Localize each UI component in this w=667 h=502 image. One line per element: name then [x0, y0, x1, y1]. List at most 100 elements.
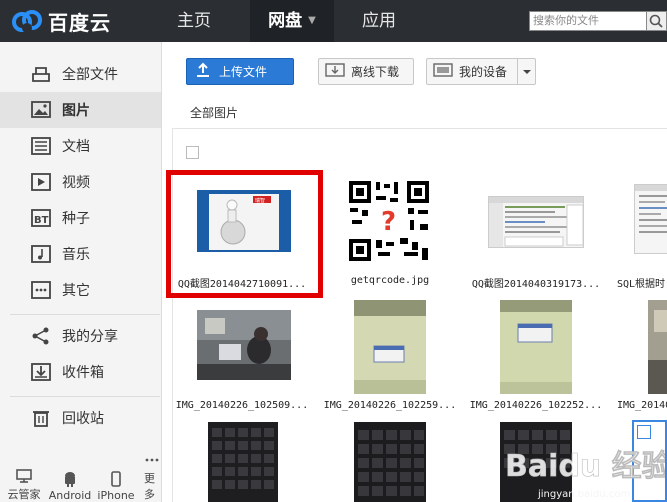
inbox-icon [30, 361, 52, 383]
keyboard-thumbnail [354, 422, 426, 502]
file-thumbnail [634, 184, 667, 254]
sidebar-item-label: 种子 [62, 211, 90, 227]
sidebar-item-label: 回收站 [62, 411, 104, 427]
image-icon [30, 99, 52, 121]
nav-apps[interactable]: 应用 [347, 0, 411, 42]
file-name: SQL根据时 [617, 279, 666, 290]
client-download-bar: 云管家 Android iPhone 更多 [0, 458, 162, 502]
search-button[interactable] [647, 11, 667, 31]
cloud-logo-icon [12, 10, 42, 33]
file-name: IMG_2014022 [617, 400, 667, 411]
sidebar-item-my-shares[interactable]: 我的分享 [0, 318, 161, 354]
upload-icon [195, 62, 211, 81]
sidebar: 全部文件 图片 文档 视频 BT 种子 音乐 其它 我的分享 收件箱 回收站 云… [0, 42, 162, 502]
sidebar-item-label: 视频 [62, 175, 90, 191]
file-thumbnail [500, 300, 572, 394]
trash-icon [30, 407, 52, 429]
file-item[interactable]: IMG_20140226_102509... [172, 298, 312, 418]
watermark-url: jingyan.baidu.com [538, 489, 631, 500]
sidebar-item-label: 收件箱 [62, 365, 104, 381]
file-item[interactable]: IMG_2014022 [612, 298, 667, 418]
chevron-down-icon [522, 69, 531, 74]
more-dots-icon [145, 458, 159, 462]
file-item[interactable]: IMG_20140226_102259... [320, 298, 460, 418]
select-all-checkbox[interactable] [186, 146, 199, 159]
nav-netdisk[interactable]: 网盘 ▼ [250, 0, 334, 42]
nav-home[interactable]: 主页 [162, 0, 226, 42]
file-item[interactable]: IMG_20140226_102252... [466, 298, 606, 418]
keyboard-thumbnail [208, 422, 278, 502]
header-divider [172, 128, 667, 129]
file-name: getqrcode.jpg [350, 275, 430, 286]
upload-label: 上传文件 [219, 65, 268, 79]
file-item[interactable]: SQL根据时 [612, 178, 667, 298]
sidebar-item-label: 全部文件 [62, 67, 118, 83]
my-devices-button[interactable]: 我的设备 [426, 58, 536, 85]
file-name: IMG_20140226_102509... [175, 400, 309, 411]
sidebar-item-inbox[interactable]: 收件箱 [0, 354, 161, 390]
search-input[interactable]: 搜索你的文件 [529, 11, 647, 31]
sidebar-item-label: 文档 [62, 139, 90, 155]
sidebar-item-all-files[interactable]: 全部文件 [0, 56, 161, 92]
file-item[interactable]: ? getqrcode.jpg [320, 178, 460, 298]
sidebar-item-documents[interactable]: 文档 [0, 128, 161, 164]
sidebar-item-label: 图片 [62, 103, 90, 119]
offline-download-icon [325, 62, 345, 81]
top-navigation-bar: 百度云 主页 网盘 ▼ 应用 搜索你的文件 [0, 0, 667, 42]
device-android[interactable]: Android [46, 471, 94, 502]
svg-text:?: ? [381, 207, 396, 237]
sidebar-item-music[interactable]: 音乐 [0, 236, 161, 272]
file-thumbnail [488, 196, 584, 248]
offline-download-button[interactable]: 离线下载 [318, 58, 414, 85]
file-name: IMG_20140226_102259... [323, 400, 457, 411]
file-thumbnail [354, 300, 426, 394]
my-devices-dropdown[interactable] [517, 59, 535, 84]
file-thumbnail [648, 300, 667, 394]
sidebar-item-other[interactable]: 其它 [0, 272, 161, 308]
qr-code-thumbnail: ? [348, 180, 430, 262]
desktop-icon [16, 469, 32, 483]
device-label: Android [48, 489, 92, 502]
sidebar-item-torrents[interactable]: BT 种子 [0, 200, 161, 236]
document-icon [30, 135, 52, 157]
sidebar-divider [10, 396, 160, 397]
sidebar-divider [10, 314, 160, 315]
file-item[interactable] [320, 420, 460, 502]
device-label: 云管家 [7, 488, 41, 501]
file-item[interactable]: QQ截图2014040319173... [466, 178, 606, 298]
breadcrumb: 全部图片 [190, 106, 239, 120]
file-name: IMG_20140226_102252... [469, 400, 603, 411]
baidu-cloud-logo[interactable]: 百度云 [10, 6, 111, 36]
upload-button[interactable]: 上传文件 [186, 58, 294, 85]
my-devices-label: 我的设备 [459, 65, 508, 79]
chevron-down-icon[interactable]: ▼ [308, 0, 316, 42]
video-icon [30, 171, 52, 193]
offline-download-label: 离线下载 [351, 65, 400, 79]
sidebar-item-images[interactable]: 图片 [0, 92, 161, 128]
svg-text:BT: BT [34, 215, 49, 226]
search-icon [649, 14, 663, 28]
file-name: QQ截图2014040319173... [471, 279, 601, 290]
bt-icon: BT [30, 207, 52, 229]
nav-netdisk-label: 网盘 [268, 11, 303, 31]
device-more[interactable]: 更多 [130, 452, 162, 502]
sidebar-item-label: 音乐 [62, 247, 90, 263]
more-icon [30, 279, 52, 301]
music-icon [30, 243, 52, 265]
brand-name: 百度云 [48, 10, 111, 35]
iphone-icon [111, 471, 121, 487]
sidebar-item-label: 其它 [62, 283, 90, 299]
device-label: 更多 [144, 472, 155, 501]
svg-text:Baidu 经验: Baidu 经验 [505, 449, 665, 484]
sidebar-item-label: 我的分享 [62, 329, 118, 345]
device-label: iPhone [97, 489, 135, 502]
file-item[interactable] [172, 420, 312, 502]
device-desktop[interactable]: 云管家 [0, 468, 48, 502]
sidebar-item-recycle-bin[interactable]: 回收站 [0, 400, 161, 436]
share-icon [30, 325, 52, 347]
android-icon [65, 472, 75, 487]
device-icon [433, 62, 453, 81]
file-thumbnail [197, 310, 291, 380]
highlight-annotation [166, 170, 323, 298]
sidebar-item-videos[interactable]: 视频 [0, 164, 161, 200]
